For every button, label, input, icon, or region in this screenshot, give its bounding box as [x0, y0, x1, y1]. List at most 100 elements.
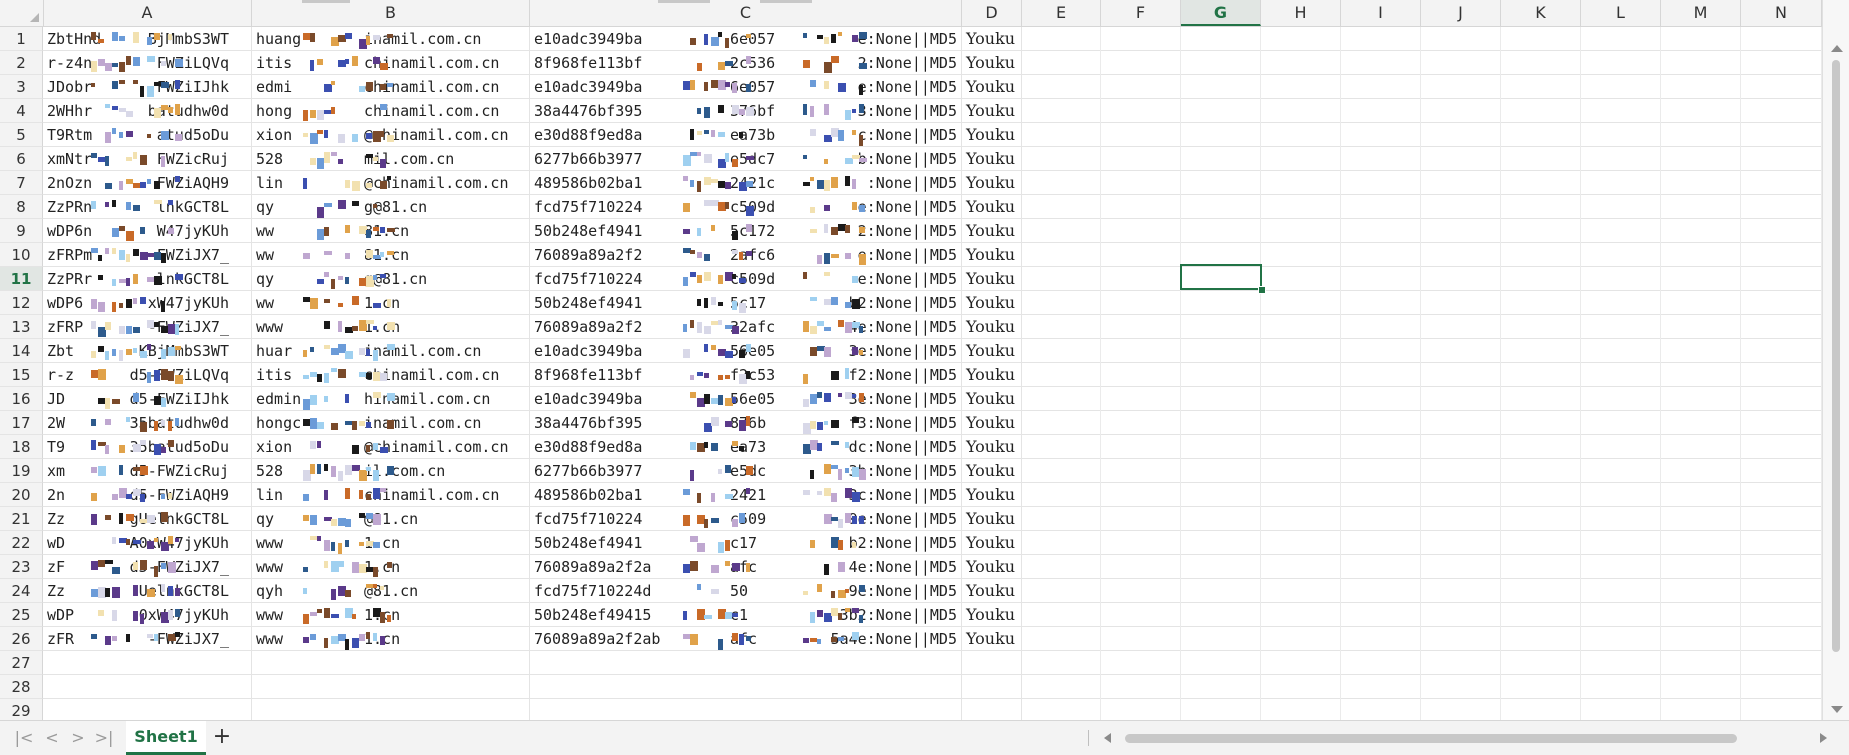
cell-n-15[interactable]: [1741, 363, 1822, 387]
cell-f-27[interactable]: [1101, 651, 1181, 675]
cell-e-24[interactable]: [1022, 579, 1101, 603]
cell-g-18[interactable]: [1181, 435, 1261, 459]
cell-n-4[interactable]: [1741, 99, 1822, 123]
cell-g-8[interactable]: [1181, 195, 1261, 219]
cell-j-11[interactable]: [1421, 267, 1501, 291]
row-header-7[interactable]: 7: [0, 171, 43, 195]
cell-n-20[interactable]: [1741, 483, 1822, 507]
row-header-11[interactable]: 11: [0, 267, 43, 291]
scroll-right-icon[interactable]: [1820, 733, 1827, 743]
cell-k-17[interactable]: [1501, 411, 1581, 435]
cell-d-2[interactable]: Youku: [962, 51, 1022, 75]
sheet-tab-sheet1[interactable]: Sheet1: [126, 721, 206, 755]
cell-m-10[interactable]: [1661, 243, 1741, 267]
cell-n-28[interactable]: [1741, 675, 1822, 699]
cell-l-25[interactable]: [1581, 603, 1661, 627]
cell-k-4[interactable]: [1501, 99, 1581, 123]
column-header-k[interactable]: K: [1501, 0, 1581, 26]
cell-i-26[interactable]: [1341, 627, 1421, 651]
cell-k-6[interactable]: [1501, 147, 1581, 171]
cell-h-29[interactable]: [1261, 699, 1341, 720]
cell-d-4[interactable]: Youku: [962, 99, 1022, 123]
cell-i-15[interactable]: [1341, 363, 1421, 387]
cell-i-10[interactable]: [1341, 243, 1421, 267]
cell-f-26[interactable]: [1101, 627, 1181, 651]
cell-n-26[interactable]: [1741, 627, 1822, 651]
cell-f-9[interactable]: [1101, 219, 1181, 243]
cell-j-9[interactable]: [1421, 219, 1501, 243]
cell-k-7[interactable]: [1501, 171, 1581, 195]
cell-f-12[interactable]: [1101, 291, 1181, 315]
cell-g-26[interactable]: [1181, 627, 1261, 651]
cell-n-6[interactable]: [1741, 147, 1822, 171]
cell-d-28[interactable]: [962, 675, 1022, 699]
cell-n-13[interactable]: [1741, 315, 1822, 339]
cell-e-29[interactable]: [1022, 699, 1101, 720]
cell-k-11[interactable]: [1501, 267, 1581, 291]
cell-g-12[interactable]: [1181, 291, 1261, 315]
cell-m-29[interactable]: [1661, 699, 1741, 720]
cell-f-1[interactable]: [1101, 27, 1181, 51]
column-header-e[interactable]: E: [1022, 0, 1101, 26]
row-header-29[interactable]: 29: [0, 699, 43, 720]
cell-l-29[interactable]: [1581, 699, 1661, 720]
cell-h-5[interactable]: [1261, 123, 1341, 147]
row-header-23[interactable]: 23: [0, 555, 43, 579]
cell-a-27[interactable]: [43, 651, 252, 675]
next-sheet-icon[interactable]: >: [68, 728, 88, 748]
cell-i-27[interactable]: [1341, 651, 1421, 675]
cell-j-16[interactable]: [1421, 387, 1501, 411]
cell-e-23[interactable]: [1022, 555, 1101, 579]
row-header-14[interactable]: 14: [0, 339, 43, 363]
cell-g-20[interactable]: [1181, 483, 1261, 507]
cell-i-4[interactable]: [1341, 99, 1421, 123]
cell-h-4[interactable]: [1261, 99, 1341, 123]
cell-n-12[interactable]: [1741, 291, 1822, 315]
cell-i-21[interactable]: [1341, 507, 1421, 531]
cell-i-24[interactable]: [1341, 579, 1421, 603]
cell-i-20[interactable]: [1341, 483, 1421, 507]
cell-h-23[interactable]: [1261, 555, 1341, 579]
column-header-l[interactable]: L: [1581, 0, 1661, 26]
cell-h-13[interactable]: [1261, 315, 1341, 339]
cell-l-4[interactable]: [1581, 99, 1661, 123]
row-header-6[interactable]: 6: [0, 147, 43, 171]
cell-m-21[interactable]: [1661, 507, 1741, 531]
row-header-3[interactable]: 3: [0, 75, 43, 99]
cell-e-19[interactable]: [1022, 459, 1101, 483]
cell-f-22[interactable]: [1101, 531, 1181, 555]
cell-d-25[interactable]: Youku: [962, 603, 1022, 627]
cell-n-9[interactable]: [1741, 219, 1822, 243]
cell-j-25[interactable]: [1421, 603, 1501, 627]
cell-e-9[interactable]: [1022, 219, 1101, 243]
cell-f-14[interactable]: [1101, 339, 1181, 363]
cell-c-28[interactable]: [530, 675, 962, 699]
cell-n-29[interactable]: [1741, 699, 1822, 720]
row-header-16[interactable]: 16: [0, 387, 43, 411]
cell-g-15[interactable]: [1181, 363, 1261, 387]
cell-g-2[interactable]: [1181, 51, 1261, 75]
cell-e-5[interactable]: [1022, 123, 1101, 147]
cell-j-5[interactable]: [1421, 123, 1501, 147]
cell-h-19[interactable]: [1261, 459, 1341, 483]
cell-m-18[interactable]: [1661, 435, 1741, 459]
cell-j-1[interactable]: [1421, 27, 1501, 51]
cell-h-24[interactable]: [1261, 579, 1341, 603]
cell-e-14[interactable]: [1022, 339, 1101, 363]
cell-e-28[interactable]: [1022, 675, 1101, 699]
cell-n-3[interactable]: [1741, 75, 1822, 99]
cell-f-24[interactable]: [1101, 579, 1181, 603]
cell-b-27[interactable]: [252, 651, 530, 675]
cell-h-7[interactable]: [1261, 171, 1341, 195]
cell-e-18[interactable]: [1022, 435, 1101, 459]
cell-l-16[interactable]: [1581, 387, 1661, 411]
cell-n-23[interactable]: [1741, 555, 1822, 579]
cell-l-12[interactable]: [1581, 291, 1661, 315]
fill-handle[interactable]: [1258, 286, 1266, 294]
cell-h-10[interactable]: [1261, 243, 1341, 267]
scroll-left-icon[interactable]: [1104, 733, 1111, 743]
cell-f-23[interactable]: [1101, 555, 1181, 579]
cell-j-20[interactable]: [1421, 483, 1501, 507]
cell-m-12[interactable]: [1661, 291, 1741, 315]
cell-i-28[interactable]: [1341, 675, 1421, 699]
